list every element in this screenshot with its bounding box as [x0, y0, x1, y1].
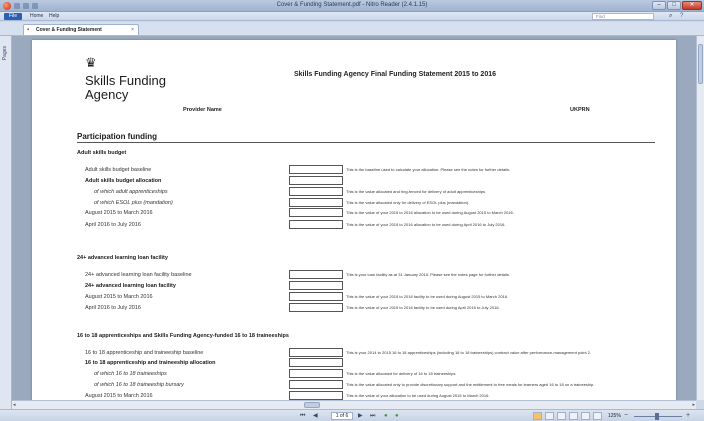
zoom-slider-thumb[interactable]: [655, 413, 659, 420]
row-note: This is the value of your 2015 to 2016 f…: [346, 305, 500, 310]
royal-crest-icon: ♛: [85, 55, 97, 70]
logo-text-line2: Agency: [85, 87, 129, 102]
close-button[interactable]: ✕: [682, 1, 702, 10]
row-label: 24+ advanced learning loan facility base…: [85, 272, 192, 278]
document-viewport[interactable]: ♛ Skills Funding Agency Skills Funding A…: [12, 36, 696, 400]
vertical-scrollbar[interactable]: [696, 36, 704, 400]
facing-view-icon[interactable]: [557, 412, 566, 420]
row-label: of which ESOL plus (mandation): [94, 200, 173, 206]
row-label: August 2015 to March 2016: [85, 210, 153, 216]
forward-view-icon[interactable]: ●: [395, 412, 399, 420]
close-tab-icon[interactable]: ×: [131, 27, 134, 33]
section-title: Participation funding: [77, 132, 157, 141]
row-label: 16 to 18 apprenticeship and traineeship …: [85, 360, 216, 366]
fit-width-icon[interactable]: [581, 412, 590, 420]
minimize-button[interactable]: –: [652, 1, 666, 10]
tab-help[interactable]: Help: [49, 13, 59, 20]
value-field: [289, 187, 343, 196]
value-field: [289, 198, 343, 207]
facing-continuous-view-icon[interactable]: [569, 412, 578, 420]
zoom-out-button[interactable]: −: [624, 411, 628, 420]
ribbon-tabs: File Home Help Find ⌕ ?: [0, 12, 704, 21]
zoom-level[interactable]: 125%: [608, 413, 621, 419]
row-note: This is the value allocated only to prov…: [346, 382, 595, 387]
value-field: [289, 348, 343, 357]
row-label: of which adult apprenticeships: [94, 189, 168, 195]
document-heading: Skills Funding Agency Final Funding Stat…: [294, 71, 497, 78]
last-page-icon[interactable]: ⏭: [370, 412, 375, 420]
row-note: This is the value of your 2015 to 2016 a…: [346, 210, 514, 215]
provider-name-label: Provider Name: [183, 107, 222, 113]
search-icon[interactable]: ⌕: [669, 13, 672, 20]
title-bar: Cover & Funding Statement.pdf - Nitro Re…: [0, 0, 704, 12]
row-note: This is your loan facility as at 31 Janu…: [346, 272, 510, 277]
row-label: April 2016 to July 2016: [85, 222, 141, 228]
row-label: of which 16 to 18 traineeships: [94, 371, 167, 377]
ukprn-label: UKPRN: [570, 107, 590, 113]
value-field: [289, 303, 343, 312]
row-label: August 2015 to March 2016: [85, 393, 153, 399]
value-field: [289, 220, 343, 229]
first-page-icon[interactable]: ⏮: [300, 412, 305, 420]
single-page-view-icon[interactable]: [533, 412, 542, 420]
window-controls: – □ ✕: [652, 1, 702, 10]
pages-panel-label[interactable]: Pages: [2, 46, 8, 60]
horizontal-scroll-thumb[interactable]: [304, 402, 320, 408]
continuous-view-icon[interactable]: [545, 412, 554, 420]
row-label: August 2015 to March 2016: [85, 294, 153, 300]
next-page-icon[interactable]: ▶: [358, 412, 363, 420]
row-note: This is the value allocated and ring-fen…: [346, 189, 487, 194]
logo-text-line1: Skills Funding: [85, 73, 166, 88]
file-tab[interactable]: File: [4, 13, 22, 20]
page-number-input[interactable]: 1 of 6: [331, 412, 353, 420]
value-field: [289, 165, 343, 174]
document-tab-bar: ▪ Cover & Funding Statement ×: [0, 22, 704, 36]
find-input[interactable]: Find: [592, 13, 654, 20]
value-field: [289, 380, 343, 389]
scroll-right-icon[interactable]: ▸: [692, 402, 695, 408]
row-label: Adult skills budget allocation: [85, 178, 162, 184]
doc-tab-label: Cover & Funding Statement: [36, 27, 102, 33]
status-bar: ⏮ ◀ 1 of 6 ▶ ⏭ ● ● 125% − +: [0, 409, 704, 421]
previous-page-icon[interactable]: ◀: [313, 412, 318, 420]
value-field: [289, 391, 343, 400]
value-field: [289, 292, 343, 301]
row-label: Adult skills budget baseline: [85, 167, 152, 173]
pdf-page: ♛ Skills Funding Agency Skills Funding A…: [32, 40, 676, 400]
vertical-scroll-thumb[interactable]: [698, 44, 703, 84]
horizontal-scrollbar[interactable]: ◂ ▸: [12, 400, 696, 409]
maximize-button[interactable]: □: [667, 1, 681, 10]
tab-home[interactable]: Home: [30, 13, 43, 20]
pdf-file-icon: ▪: [27, 27, 30, 33]
row-label: April 2016 to July 2016: [85, 305, 141, 311]
window-title: Cover & Funding Statement.pdf - Nitro Re…: [276, 2, 428, 8]
back-view-icon[interactable]: ●: [384, 412, 388, 420]
row-label: of which 16 to 18 traineeship bursary: [94, 382, 184, 388]
value-field: [289, 176, 343, 185]
row-note: This is the value allocated only for del…: [346, 200, 470, 205]
pages-panel[interactable]: Pages: [0, 36, 12, 409]
row-note: This is the value of your allocation to …: [346, 393, 490, 398]
value-field: [289, 270, 343, 279]
row-note: This is the value of your 2015 to 2016 f…: [346, 294, 509, 299]
section-divider: [77, 142, 655, 143]
value-field: [289, 281, 343, 290]
fit-page-icon[interactable]: [593, 412, 602, 420]
help-icon[interactable]: ?: [680, 13, 683, 20]
value-field: [289, 369, 343, 378]
row-label: 24+ advanced learning loan facility: [85, 283, 176, 289]
row-note: This is your 2014 to 2015 16 to 18 appre…: [346, 350, 592, 355]
zoom-in-button[interactable]: +: [686, 411, 690, 420]
scroll-left-icon[interactable]: ◂: [13, 402, 16, 408]
row-note: This is the value of your 2015 to 2016 a…: [346, 222, 506, 227]
value-field: [289, 358, 343, 367]
row-note: This is the baseline used to calculate y…: [346, 167, 511, 172]
row-note: This is the value allocated for delivery…: [346, 371, 457, 376]
group-heading-adult-skills: Adult skills budget: [77, 150, 127, 156]
group-heading-loan-facility: 24+ advanced learning loan facility: [77, 255, 168, 261]
value-field: [289, 208, 343, 217]
tab-cover-funding-statement[interactable]: ▪ Cover & Funding Statement ×: [23, 24, 139, 35]
group-heading-apprenticeships: 16 to 18 apprenticeships and Skills Fund…: [77, 333, 289, 339]
row-label: 16 to 18 apprenticeship and traineeship …: [85, 350, 204, 356]
